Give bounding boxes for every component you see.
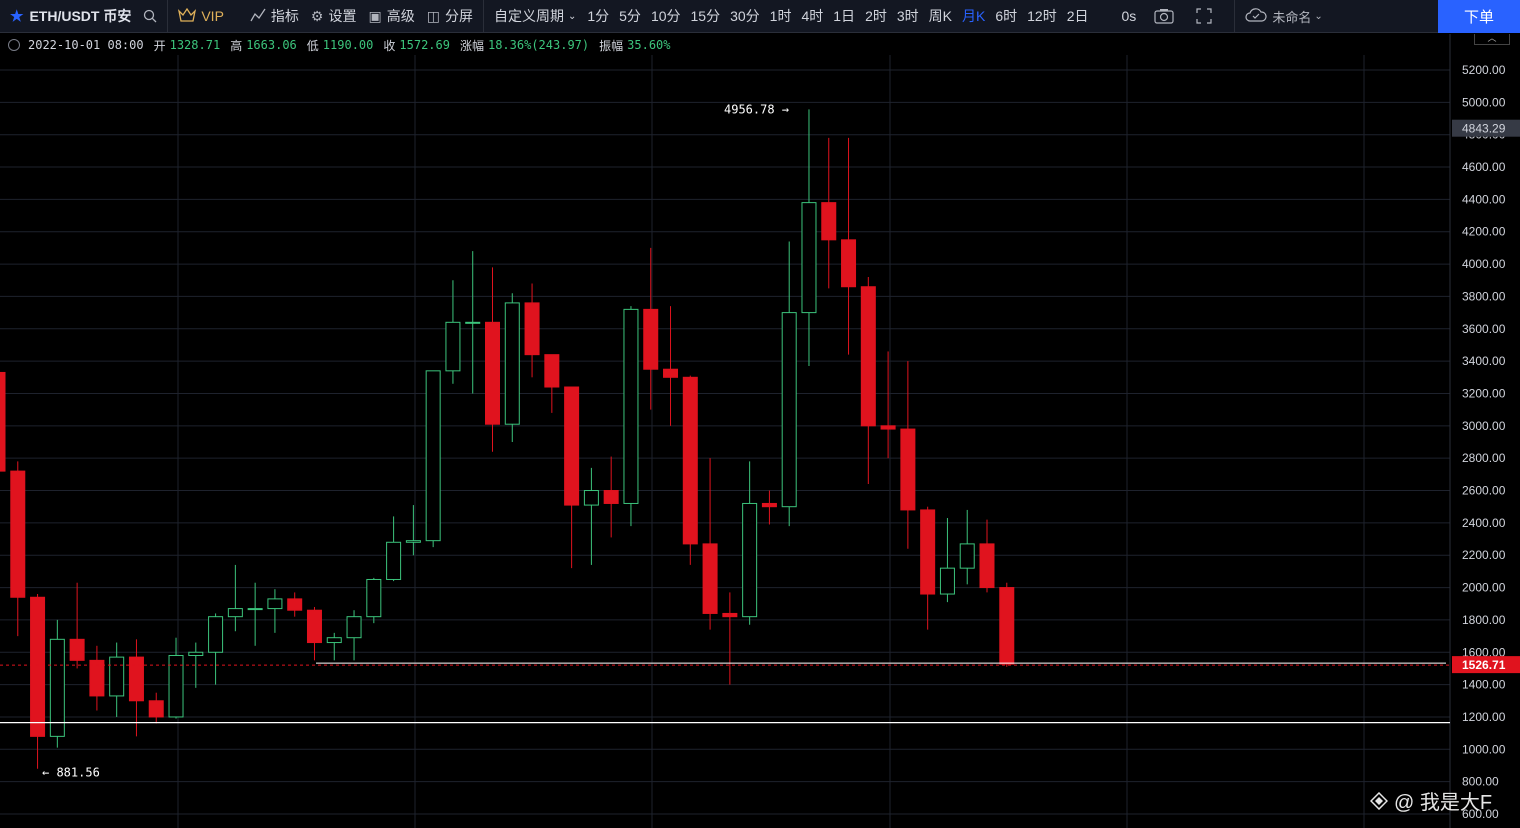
candle-body [326,637,342,644]
collapse-toggle[interactable]: ︿ [1474,34,1510,45]
candle-body [445,321,461,372]
candle-body [128,656,144,702]
candle-body [188,651,204,656]
candle-body [959,543,975,569]
y-tick-label: 1800.00 [1462,613,1506,627]
y-tick-label: 3200.00 [1462,386,1506,400]
y-tick-label: 2000.00 [1462,581,1506,595]
high-marker-label: 4956.78 → [724,102,789,116]
y-tick-label: 5200.00 [1462,63,1506,77]
open-label: 开 [153,38,166,53]
candle-body [781,312,797,508]
candle-body [583,490,599,506]
candle-body [425,370,441,542]
high-label: 高 [230,38,243,53]
chevron-up-icon: ︿ [1487,33,1497,43]
low-value: 1190.00 [322,38,374,52]
close-value: 1572.69 [399,38,450,52]
candle-body [89,659,105,697]
candle-body [227,608,243,618]
y-tick-label: 2200.00 [1462,548,1506,562]
candle-body [860,286,876,427]
candle-body [30,596,46,737]
change-value: 18.36%(243.97) [487,38,590,52]
candle-body [663,368,679,378]
y-tick-label: 3000.00 [1462,419,1506,433]
y-tick-label: 4600.00 [1462,160,1506,174]
y-tick-label: 1400.00 [1462,678,1506,692]
low-label: 低 [306,38,319,53]
candlestick-chart[interactable]: 600.00800.001000.001200.001400.001600.00… [0,0,1520,828]
candle-body [643,308,659,370]
watermark: @ 我是大F [1370,786,1492,815]
candle-body [920,509,936,595]
candle-body [208,616,224,653]
candle-body [564,386,580,506]
candle-body [346,616,362,639]
candle-body [109,656,125,697]
candle-body [722,612,738,618]
candle-body [366,578,382,618]
candle-body [761,502,777,508]
y-tick-label: 3400.00 [1462,354,1506,368]
y-tick-label: 3800.00 [1462,289,1506,303]
change-label: 涨幅 [459,38,484,53]
candle-body [485,321,500,425]
candle-body [69,638,85,661]
candle-body [801,202,817,314]
y-tick-label: 4200.00 [1462,225,1506,239]
last-price-label: 1526.71 [1462,658,1506,672]
open-value: 1328.71 [169,38,221,52]
diamond-logo-icon [1370,791,1388,810]
candle-body [306,609,322,644]
ohlc-date: 2022-10-01 08:00 [28,38,144,52]
candle-body [465,321,481,324]
candle-body [900,428,916,511]
candle-body [544,354,560,388]
y-tick-label: 1200.00 [1462,710,1506,724]
close-label: 收 [383,38,396,53]
candle-body [386,541,402,580]
candle-body [880,425,896,430]
candle-body [841,239,857,288]
y-tick-label: 2800.00 [1462,451,1506,465]
candle-body [148,700,164,718]
candle-body [939,567,955,595]
ohlc-legend: 2022-10-01 08:00 开 1328.71 高 1663.06 低 1190… [0,35,671,55]
candle-body [524,302,540,356]
y-tick-label: 4000.00 [1462,257,1506,271]
high-value: 1663.06 [246,38,297,52]
y-tick-label: 1000.00 [1462,742,1506,756]
y-tick-label: 5000.00 [1462,95,1506,109]
candle-body [405,540,421,543]
candle-body [682,376,698,545]
toggle-legend-icon[interactable] [8,39,20,51]
candle-body [979,543,995,589]
candle-body [267,598,283,610]
candle-body [702,543,718,614]
candle-body [49,638,65,737]
candle-body [247,608,263,611]
candle-body [742,502,758,618]
candle-body [10,470,26,598]
candle-body [999,587,1015,665]
prev-price-label: 4843.29 [1462,122,1506,136]
y-tick-label: 3600.00 [1462,322,1506,336]
candle-body [287,598,303,611]
amplitude-value: 35.60% [627,38,671,52]
candle-body [623,308,639,504]
low-marker-label: ← 881.56 [42,765,100,779]
y-tick-label: 2400.00 [1462,516,1506,530]
candle-body [504,302,520,425]
watermark-text: @ 我是大F [1394,792,1493,814]
candle-body [603,490,619,504]
candle-body [0,371,6,472]
candle-body [821,202,837,241]
y-tick-label: 4400.00 [1462,192,1506,206]
y-tick-label: 2600.00 [1462,484,1506,498]
amplitude-label: 振幅 [599,38,624,53]
